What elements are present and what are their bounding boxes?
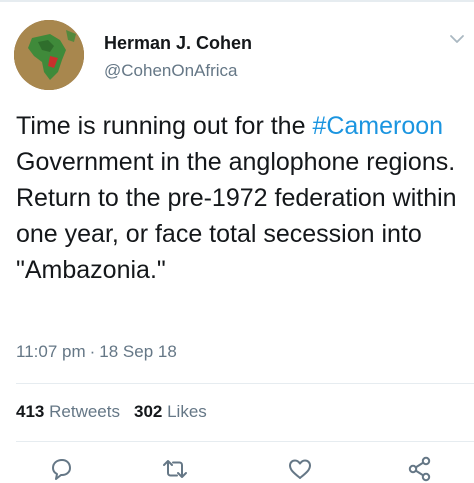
tweet-text-after: Government in the anglophone regions. Re… [16, 148, 457, 284]
divider [16, 441, 474, 442]
retweets-count: 413 [16, 402, 45, 421]
likes-count: 302 [133, 402, 163, 421]
author-name[interactable]: Herman J. Cohen [104, 33, 252, 54]
meta-separator: · [89, 342, 96, 361]
share-button[interactable] [405, 455, 435, 483]
divider [16, 383, 474, 384]
chevron-down-icon[interactable] [448, 32, 466, 44]
likes-label: Likes [167, 402, 207, 421]
heart-icon [289, 459, 311, 479]
tweet-stats: 413 Retweets 302 Likes [16, 402, 207, 422]
action-bar [0, 455, 474, 483]
likes-stat[interactable]: 302 Likes [134, 402, 207, 421]
retweet-button[interactable] [160, 455, 190, 483]
tweet-card: Herman J. Cohen @CohenOnAfrica Time is r… [0, 0, 474, 483]
tweet-time: 11:07 pm [16, 342, 86, 361]
tweet-timestamp[interactable]: 11:07 pm · 18 Sep 18 [16, 342, 177, 362]
reply-button[interactable] [46, 455, 76, 483]
africa-map-icon [14, 20, 84, 90]
tweet-text-before: Time is running out for the [16, 112, 313, 140]
tweet-date: 18 Sep 18 [99, 342, 177, 361]
tweet-text: Time is running out for the #Cameroon Go… [16, 108, 466, 288]
hashtag-link[interactable]: #Cameroon [312, 112, 443, 140]
retweet-icon [163, 460, 187, 478]
avatar[interactable] [14, 20, 84, 90]
author-handle[interactable]: @CohenOnAfrica [104, 61, 238, 81]
share-icon [408, 456, 431, 482]
reply-icon [52, 459, 71, 480]
retweets-label: Retweets [49, 402, 120, 421]
top-divider [0, 0, 474, 2]
like-button[interactable] [285, 455, 315, 483]
retweets-stat[interactable]: 413 Retweets [16, 402, 120, 421]
